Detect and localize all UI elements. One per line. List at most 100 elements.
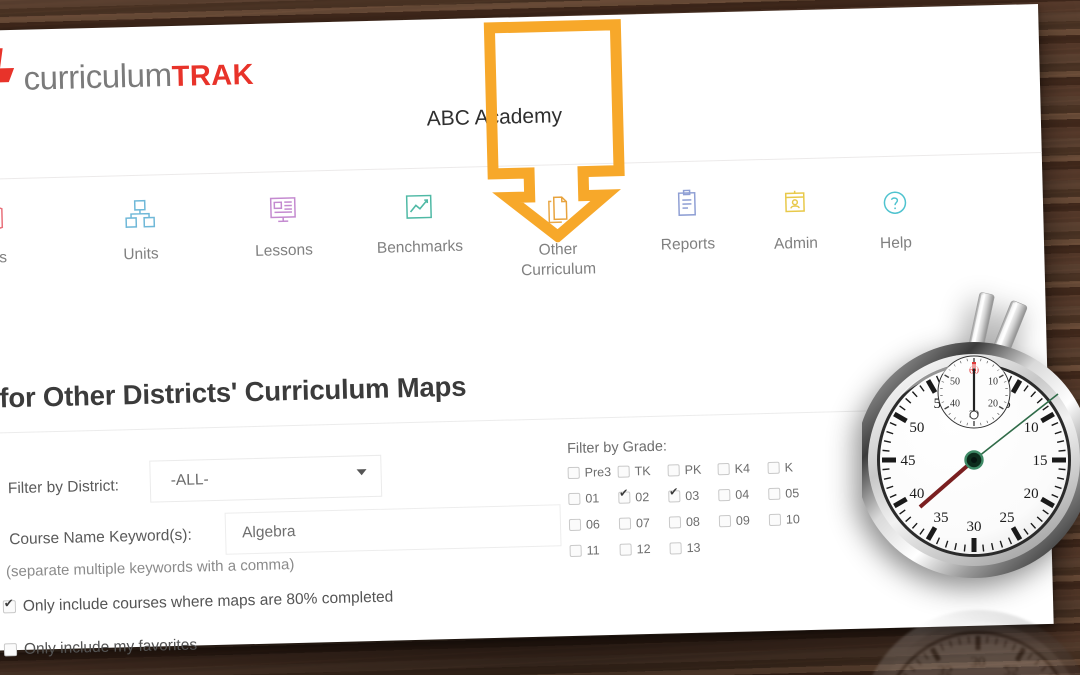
- grade-label: 06: [585, 517, 601, 532]
- grade-checkbox-08[interactable]: 08: [668, 514, 719, 530]
- grade-checkbox-07[interactable]: 07: [618, 516, 669, 531]
- checkbox-80-percent[interactable]: [2, 600, 17, 614]
- keyword-input[interactable]: Algebra: [224, 504, 562, 555]
- grade-checkbox-tk[interactable]: TK: [617, 463, 668, 479]
- grade-checkbox-13[interactable]: 13: [669, 540, 719, 555]
- grade-label: 01: [585, 491, 600, 506]
- nav-item-maps[interactable]: Maps: [0, 195, 52, 270]
- grade-checkbox-02[interactable]: 02: [618, 490, 668, 505]
- checkbox-input[interactable]: [767, 461, 780, 475]
- app-logo[interactable]: curriculumTRAK: [0, 40, 255, 113]
- grade-label: 10: [785, 512, 801, 527]
- grade-label: TK: [634, 463, 651, 479]
- logo-word-primary: curriculum: [23, 55, 173, 97]
- grade-checkbox-05[interactable]: 05: [768, 486, 818, 501]
- chevron-down-icon: [356, 469, 367, 476]
- page-title: earch for Other Districts' Curriculum Ma…: [0, 370, 467, 416]
- stopwatch-numeral: 30: [967, 519, 982, 535]
- checkbox-input[interactable]: [569, 544, 582, 558]
- nav-item-help[interactable]: Help: [830, 180, 960, 255]
- grade-label: PK: [684, 462, 702, 478]
- stopwatch-numeral: 35: [934, 510, 949, 526]
- grade-filter-group: Filter by Grade: Pre3 TK PK K4 K 01 02 03 04 05 06…: [567, 435, 820, 558]
- grade-label: 03: [685, 488, 700, 504]
- keyword-input-value: Algebra: [241, 522, 296, 542]
- documents-icon: [493, 187, 622, 232]
- nav-label-lessons: Lessons: [254, 241, 314, 260]
- district-select-value: -ALL-: [170, 471, 209, 490]
- grade-label: 12: [636, 542, 651, 557]
- option-80-percent[interactable]: Only include courses where maps are 80% …: [2, 588, 394, 617]
- grade-label: 02: [635, 490, 650, 505]
- checkbox-input[interactable]: [667, 464, 680, 477]
- checkbox-input[interactable]: [768, 487, 781, 501]
- nav-item-lessons[interactable]: Lessons: [218, 188, 348, 263]
- keyword-hint-text: (separate multiple keywords with a comma…: [5, 556, 295, 581]
- nav-label-maps: Maps: [0, 249, 8, 268]
- whiteboard-icon: [218, 188, 347, 233]
- option-80-percent-label: Only include courses where maps are 80% …: [22, 588, 394, 615]
- logo-word-secondary: TRAK: [171, 58, 255, 93]
- grade-checkbox-pre3[interactable]: Pre3: [567, 465, 618, 480]
- subdial-numeral: 20: [988, 399, 998, 410]
- nav-label-other-curriculum: Other Curriculum: [520, 240, 597, 280]
- grade-checkbox-11[interactable]: 11: [569, 543, 619, 558]
- grade-label: 08: [685, 514, 701, 530]
- grade-checkbox-06[interactable]: 06: [568, 517, 619, 532]
- grade-checkbox-09[interactable]: 09: [718, 513, 769, 528]
- grade-label: 13: [686, 540, 701, 556]
- option-favorites-label: Only include my favorites: [23, 636, 198, 658]
- checkbox-input[interactable]: [668, 490, 681, 503]
- grade-label: K: [784, 460, 794, 475]
- subdial-numeral: 10: [988, 377, 998, 388]
- nav-label-benchmarks: Benchmarks: [376, 237, 464, 257]
- map-icon: [0, 195, 52, 240]
- stopwatch-numeral: 50: [909, 420, 924, 436]
- stopwatch-numeral: 20: [1024, 486, 1039, 502]
- district-filter-label: Filter by District:: [7, 477, 120, 498]
- stopwatch-numeral: 40: [909, 486, 924, 502]
- help-circle-icon: [830, 180, 959, 225]
- checkbox-input[interactable]: [669, 542, 682, 555]
- nav-item-other-curriculum[interactable]: Other Curriculum: [493, 187, 623, 282]
- line-chart-icon: [354, 184, 483, 229]
- subdial-numeral: 40: [950, 399, 960, 410]
- nav-label-units: Units: [123, 245, 159, 264]
- stopwatch-numeral: 15: [1033, 453, 1048, 469]
- grade-filter-label: Filter by Grade:: [566, 438, 668, 458]
- stopwatch-numeral: 45: [901, 453, 916, 469]
- district-select[interactable]: -ALL-: [149, 454, 383, 503]
- grade-checkbox-03[interactable]: 03: [668, 488, 718, 503]
- keyword-field-label: Course Name Keyword(s):: [8, 526, 192, 549]
- checkbox-input[interactable]: [619, 543, 632, 556]
- checkbox-input[interactable]: [717, 462, 730, 476]
- school-name-title: ABC Academy: [426, 104, 563, 131]
- nav-item-units[interactable]: Units: [75, 191, 205, 266]
- checkbox-input[interactable]: [768, 513, 782, 527]
- checkbox-input[interactable]: [618, 491, 631, 504]
- grade-checkbox-04[interactable]: 04: [718, 487, 768, 502]
- grade-checkbox-10[interactable]: 10: [768, 512, 819, 527]
- grade-checkbox-12[interactable]: 12: [619, 542, 669, 557]
- grade-checkbox-01[interactable]: 01: [568, 491, 618, 506]
- grade-checkbox-pk[interactable]: PK: [667, 462, 717, 477]
- curriculumtrak-cross-logo-icon: [0, 46, 15, 113]
- checkbox-input[interactable]: [668, 516, 682, 529]
- checkbox-input[interactable]: [567, 466, 580, 480]
- checkbox-input[interactable]: [718, 514, 732, 528]
- grade-label: 05: [785, 486, 800, 501]
- grade-label: 04: [735, 487, 750, 502]
- subdial-numeral: 50: [950, 377, 960, 388]
- stopwatch-numeral: 10: [1024, 420, 1039, 436]
- checkbox-input[interactable]: [718, 488, 731, 502]
- grade-checkbox-k4[interactable]: K4: [717, 461, 767, 476]
- checkbox-input[interactable]: [617, 465, 630, 478]
- nav-label-help: Help: [879, 234, 913, 253]
- checkbox-favorites[interactable]: [3, 643, 18, 657]
- nav-item-benchmarks[interactable]: Benchmarks: [354, 184, 484, 259]
- checkbox-input[interactable]: [618, 517, 632, 530]
- grade-label: 09: [735, 513, 751, 528]
- checkbox-input[interactable]: [568, 518, 582, 532]
- checkbox-input[interactable]: [568, 492, 581, 506]
- grade-checkbox-k[interactable]: K: [767, 460, 817, 475]
